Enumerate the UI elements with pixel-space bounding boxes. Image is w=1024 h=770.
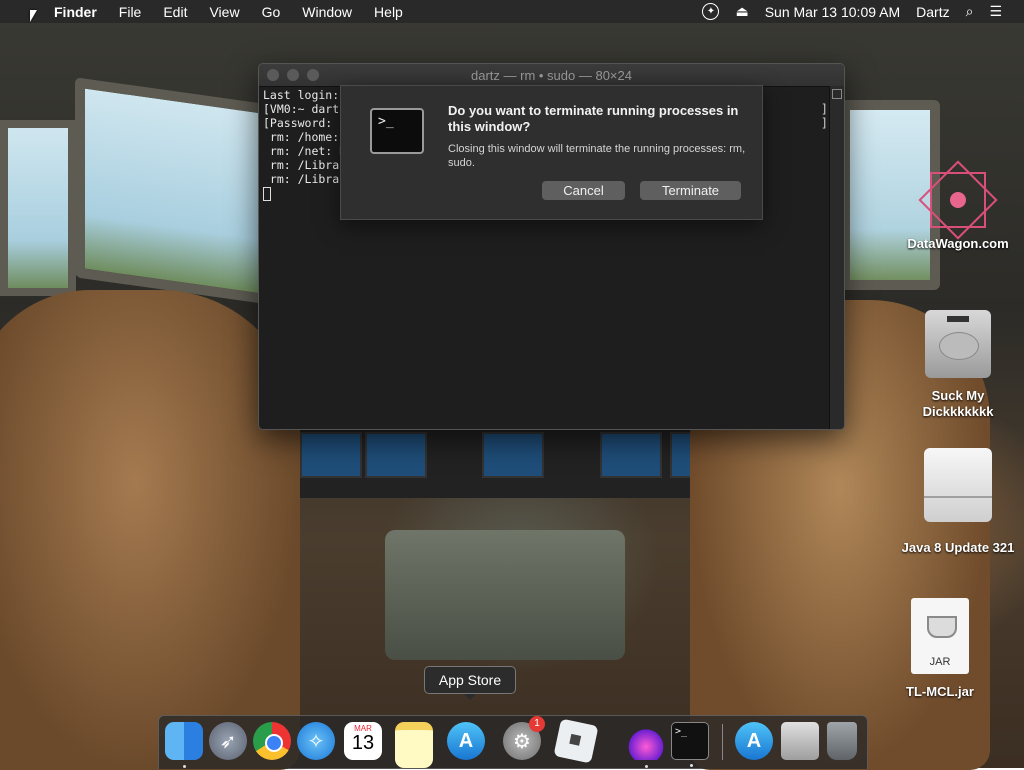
hard-drive-icon: [925, 310, 991, 378]
finder-dock-icon[interactable]: [165, 722, 203, 768]
calendar-day: 13: [351, 732, 375, 754]
menu-user[interactable]: Dartz: [916, 4, 949, 20]
calendar-dock-icon[interactable]: MAR 13: [344, 722, 382, 760]
pilot-seat-left: [0, 290, 300, 770]
alert-message: Closing this window will terminate the r…: [448, 143, 746, 169]
terminal-title: dartz — rm • sudo — 80×24: [471, 67, 632, 83]
spotlight-search-icon[interactable]: ⌕: [966, 3, 974, 20]
menu-file[interactable]: File: [119, 4, 142, 20]
menu-window[interactable]: Window: [302, 4, 352, 20]
status-area: ✦ ⏏ Sun Mar 13 10:09 AM Dartz ⌕ ☰: [702, 3, 1024, 20]
terminal-line: rm: /net: R: [263, 144, 347, 158]
chrome-dock-icon[interactable]: [253, 722, 291, 760]
desktop-icon-java-dmg[interactable]: Java 8 Update 321: [898, 448, 1018, 556]
notification-badge: 1: [529, 716, 545, 732]
menu-edit[interactable]: Edit: [163, 4, 187, 20]
safari-dock-icon[interactable]: ✧: [297, 722, 335, 760]
terminal-line: Last login:: [263, 88, 340, 102]
bracket-mark: ]: [820, 116, 828, 130]
dock: ➶ ✧ MAR 13 A ⚙ 1 >_ A: [158, 715, 868, 769]
desktop-icon-hard-drive[interactable]: Suck My Dickkkkkkk: [898, 310, 1018, 420]
terminal-line: rm: /Librar: [263, 158, 347, 172]
alert-title: Do you want to terminate running process…: [448, 103, 739, 134]
cockpit-screen: [482, 432, 544, 478]
desktop-icon-label: TL-MCL.jar: [906, 684, 974, 699]
downloads-app-store-dock-icon[interactable]: A: [735, 722, 773, 760]
terminal-line: [VM0:~ dartz: [263, 102, 347, 116]
notification-center-icon[interactable]: ☰: [989, 3, 1002, 20]
java-jar-icon: JAR: [911, 598, 969, 674]
bracket-mark: ]: [820, 102, 828, 116]
printer-dock-icon[interactable]: [781, 722, 819, 760]
desktop-icon-label: Java 8 Update 321: [901, 540, 1015, 555]
menu-app-name[interactable]: Finder: [54, 4, 97, 20]
terminal-line: rm: /home:: [263, 130, 340, 144]
potion-app-dock-icon[interactable]: [627, 722, 665, 768]
terminal-line: rm: /Librar: [263, 172, 347, 186]
cockpit-window-left-far: [0, 120, 76, 296]
datawagon-logo-icon: [918, 160, 998, 240]
desktop-icon-jar-file[interactable]: JAR TL-MCL.jar: [880, 598, 1000, 700]
terminal-app-icon: >_: [370, 108, 424, 154]
cockpit-screen: [600, 432, 662, 478]
terminal-dock-icon[interactable]: >_: [671, 722, 709, 767]
eject-icon[interactable]: ⏏: [735, 3, 748, 20]
terminal-output[interactable]: Last login: [VM0:~ dartz [Password: rm: /h…: [263, 88, 346, 201]
trash-dock-icon[interactable]: [827, 722, 857, 760]
throttle-console: [385, 530, 625, 660]
terminal-titlebar[interactable]: dartz — rm • sudo — 80×24: [259, 64, 844, 87]
desktop-icon-label: Suck My Dickkkkkkk: [922, 388, 994, 419]
split-pane-icon[interactable]: [832, 89, 842, 99]
terminal-scrollbar[interactable]: [829, 86, 844, 429]
disk-image-icon: [924, 448, 992, 522]
cockpit-screen: [365, 432, 427, 478]
menu-help[interactable]: Help: [374, 4, 403, 20]
desktop-icon-datawagon[interactable]: DataWagon.com: [898, 160, 1018, 252]
menu-clock[interactable]: Sun Mar 13 10:09 AM: [765, 4, 900, 20]
roblox-dock-icon[interactable]: [553, 718, 599, 764]
terminal-cursor: [263, 186, 271, 201]
launchpad-dock-icon[interactable]: ➶: [209, 722, 247, 760]
dock-separator: [722, 724, 723, 760]
terminal-line: [Password:: [263, 116, 333, 130]
menu-go[interactable]: Go: [262, 4, 281, 20]
mouse-pointer-icon: [30, 10, 37, 22]
jar-caption: JAR: [929, 656, 951, 668]
accessibility-icon[interactable]: ✦: [702, 3, 720, 20]
app-store-dock-icon[interactable]: A: [447, 722, 485, 760]
cancel-button[interactable]: Cancel: [542, 181, 625, 200]
menu-bar: Finder File Edit View Go Window Help ✦ ⏏…: [0, 0, 1024, 23]
terminate-button[interactable]: Terminate: [640, 181, 741, 200]
notes-dock-icon[interactable]: [395, 722, 433, 768]
cockpit-window-left: [75, 77, 285, 307]
dock-tooltip: App Store: [424, 666, 516, 700]
cockpit-screen: [300, 432, 362, 478]
menu-view[interactable]: View: [209, 4, 239, 20]
system-preferences-dock-icon[interactable]: ⚙ 1: [503, 716, 545, 760]
terminate-alert-sheet: >_ Do you want to terminate running proc…: [340, 85, 763, 220]
